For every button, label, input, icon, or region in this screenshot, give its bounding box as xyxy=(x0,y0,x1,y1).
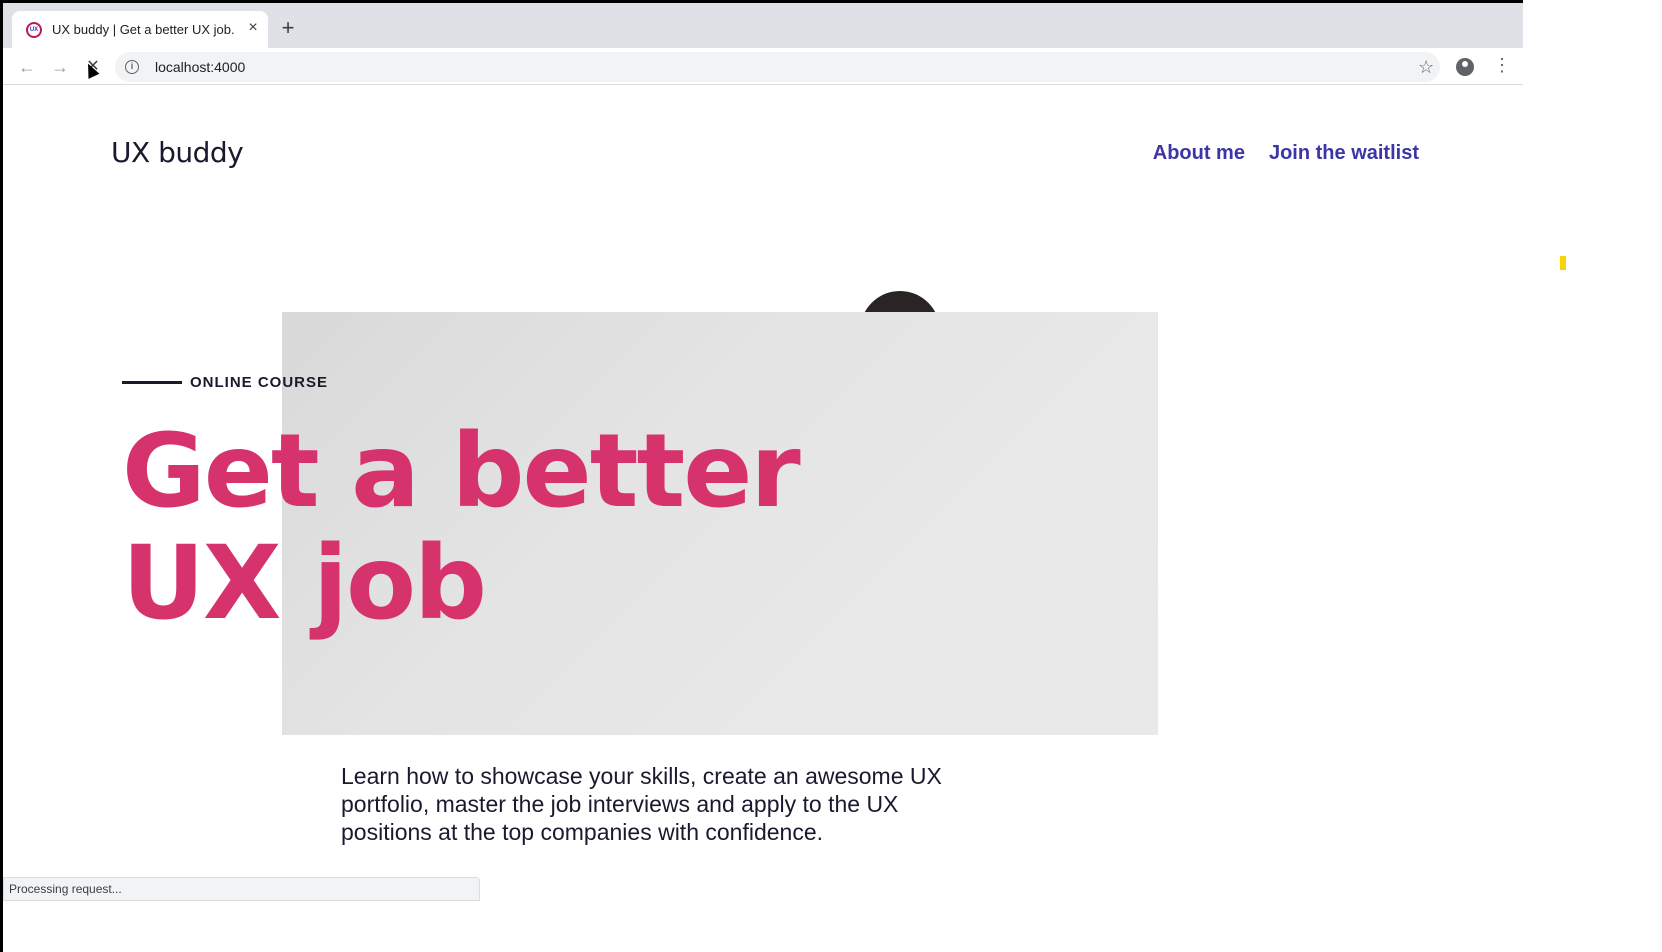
tab-title: UX buddy | Get a better UX job. xyxy=(52,22,235,37)
new-tab-button[interactable]: + xyxy=(278,17,298,39)
headline-line-1: Get a better xyxy=(122,412,801,531)
bookmark-star-icon[interactable]: ☆ xyxy=(1418,57,1434,78)
eyebrow: ONLINE COURSE xyxy=(122,374,328,391)
site-logo[interactable]: UX buddy xyxy=(111,136,244,169)
browser-menu-icon[interactable]: ⋮ xyxy=(1493,55,1511,75)
hero-headline: Get a better UX job xyxy=(122,416,822,640)
browser-toolbar: ← → ✕ i localhost:4000 ☆ ⋮ xyxy=(3,48,1523,85)
status-bubble: Processing request... xyxy=(3,877,480,901)
site-info-icon[interactable]: i xyxy=(125,60,139,74)
forward-button[interactable]: → xyxy=(48,55,72,79)
close-tab-icon[interactable]: × xyxy=(243,18,263,38)
nav-about-me-link[interactable]: About me xyxy=(1153,142,1245,165)
headline-line-2: UX job xyxy=(122,524,487,643)
page-content: UX buddy About me Join the waitlist ONLI… xyxy=(3,86,1523,952)
side-marker xyxy=(1560,256,1566,270)
profile-avatar-icon[interactable] xyxy=(1456,58,1474,76)
tab-strip: UX UX buddy | Get a better UX job. × + xyxy=(3,3,1523,48)
eyebrow-text: ONLINE COURSE xyxy=(190,374,329,391)
nav-join-waitlist-link[interactable]: Join the waitlist xyxy=(1269,142,1419,165)
browser-window: UX UX buddy | Get a better UX job. × + ←… xyxy=(3,3,1523,952)
address-bar[interactable]: i localhost:4000 ☆ xyxy=(115,52,1440,82)
url-text[interactable]: localhost:4000 xyxy=(155,59,245,75)
hero-intro-paragraph: Learn how to showcase your skills, creat… xyxy=(341,763,942,845)
eyebrow-divider xyxy=(122,381,182,384)
ux-buddy-favicon-icon: UX xyxy=(26,22,42,38)
back-button[interactable]: ← xyxy=(15,55,39,79)
browser-tab-active[interactable]: UX UX buddy | Get a better UX job. × xyxy=(12,11,268,48)
site-nav: About me Join the waitlist xyxy=(1153,142,1419,165)
